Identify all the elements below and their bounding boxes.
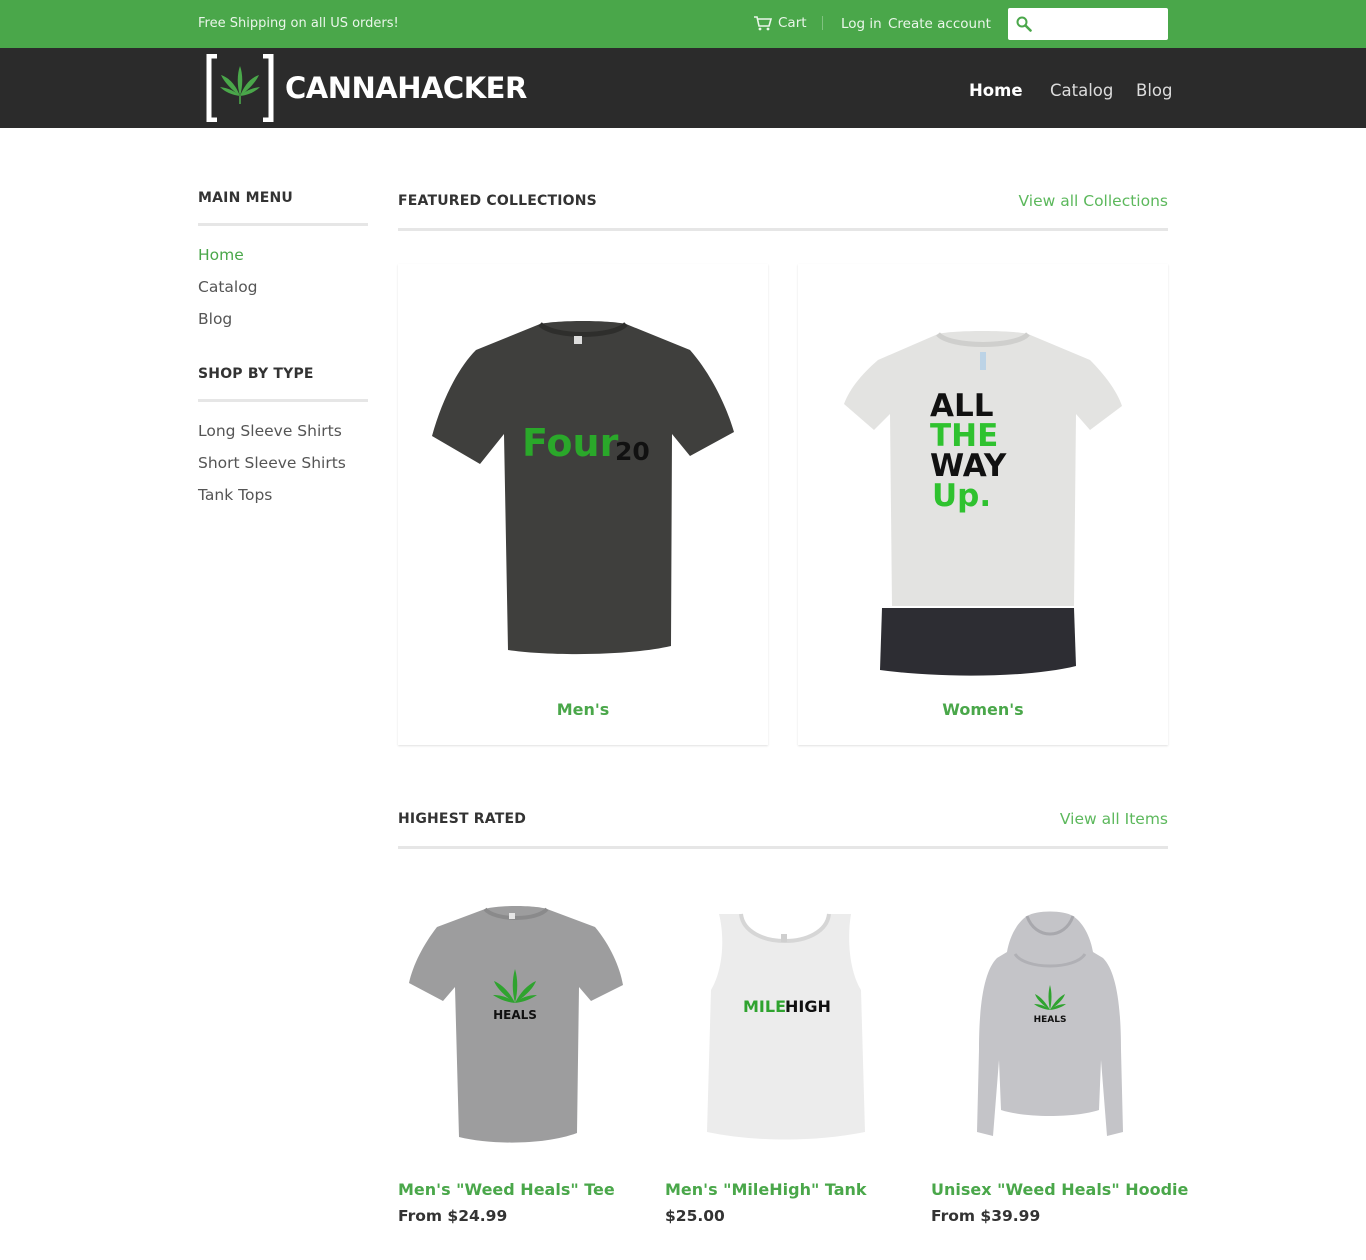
collection-card-womens[interactable]: ALL THE WAY Up. Women's (798, 264, 1168, 745)
weed-heals-hoodie-image: HEALS (977, 911, 1123, 1136)
search-box[interactable] (1008, 8, 1168, 40)
mens-tshirt-image: Four 20 (432, 321, 734, 655)
cart-link[interactable]: Cart (754, 15, 807, 31)
nav-blog[interactable]: Blog (1136, 81, 1172, 100)
tank-print-mile: MILE (743, 997, 786, 1016)
brand-name: CANNAHACKER (285, 71, 527, 105)
sidebar-item-short-sleeve[interactable]: Short Sleeve Shirts (198, 454, 346, 472)
sidebar-item-tank-tops[interactable]: Tank Tops (198, 486, 272, 504)
product-price-weed-heals-tee: From $24.99 (398, 1207, 508, 1225)
cart-icon (754, 15, 772, 30)
milehigh-tank-image: MILE HIGH (707, 913, 865, 1140)
topbar-divider (822, 16, 823, 30)
nav-catalog[interactable]: Catalog (1050, 81, 1113, 100)
sidebar-item-home[interactable]: Home (198, 246, 244, 264)
weed-heals-tee-image: HEALS (409, 906, 623, 1143)
view-all-items-link[interactable]: View all Items (1060, 810, 1168, 828)
tank-print-high: HIGH (785, 997, 831, 1016)
site-header: CANNAHACKER Home Catalog Blog (0, 48, 1366, 128)
product-price-milehigh-tank: $25.00 (665, 1207, 725, 1225)
sidebar-item-catalog[interactable]: Catalog (198, 278, 258, 296)
collection-card-mens[interactable]: Four 20 Men's (398, 264, 768, 745)
collection-label-mens: Men's (556, 700, 610, 719)
search-icon[interactable] (1016, 16, 1032, 32)
hoodie-print-heals: HEALS (1034, 1015, 1067, 1025)
highest-rated-divider (398, 846, 1168, 849)
cannabis-leaf-logo-icon (206, 54, 274, 122)
tee-print-heals: HEALS (493, 1008, 537, 1022)
main-menu-divider (198, 223, 368, 226)
featured-collections-heading: FEATURED COLLECTIONS (398, 193, 597, 209)
product-title-weed-heals-hoodie[interactable]: Unisex "Weed Heals" Hoodie (931, 1180, 1188, 1199)
shop-by-type-divider (198, 399, 368, 402)
create-account-link[interactable]: Create account (888, 16, 991, 32)
collection-label-womens: Women's (942, 700, 1024, 719)
highest-rated-heading: HIGHEST RATED (398, 811, 527, 827)
featured-divider (398, 228, 1168, 231)
site-logo[interactable]: CANNAHACKER (205, 54, 527, 122)
cart-label: Cart (778, 15, 807, 31)
shop-by-type-heading: SHOP BY TYPE (198, 366, 314, 382)
product-price-weed-heals-hoodie: From $39.99 (931, 1207, 1041, 1225)
top-bar: Free Shipping on all US orders! Cart Log… (0, 0, 1366, 48)
womens-tshirt-image: ALL THE WAY Up. (844, 331, 1122, 676)
sidebar-item-long-sleeve[interactable]: Long Sleeve Shirts (198, 422, 342, 440)
nav-home[interactable]: Home (969, 81, 1023, 100)
mens-print-four: Four (522, 421, 619, 465)
search-input[interactable] (1038, 14, 1162, 34)
login-link[interactable]: Log in (841, 16, 882, 32)
mens-print-20: 20 (615, 437, 650, 466)
promo-text: Free Shipping on all US orders! (198, 16, 399, 31)
product-title-weed-heals-tee[interactable]: Men's "Weed Heals" Tee (398, 1180, 615, 1199)
main-menu-heading: MAIN MENU (198, 190, 293, 206)
product-title-milehigh-tank[interactable]: Men's "MileHigh" Tank (665, 1180, 867, 1199)
sidebar-item-blog[interactable]: Blog (198, 310, 232, 328)
view-all-collections-link[interactable]: View all Collections (1019, 192, 1169, 210)
womens-print-up: Up. (932, 478, 991, 514)
